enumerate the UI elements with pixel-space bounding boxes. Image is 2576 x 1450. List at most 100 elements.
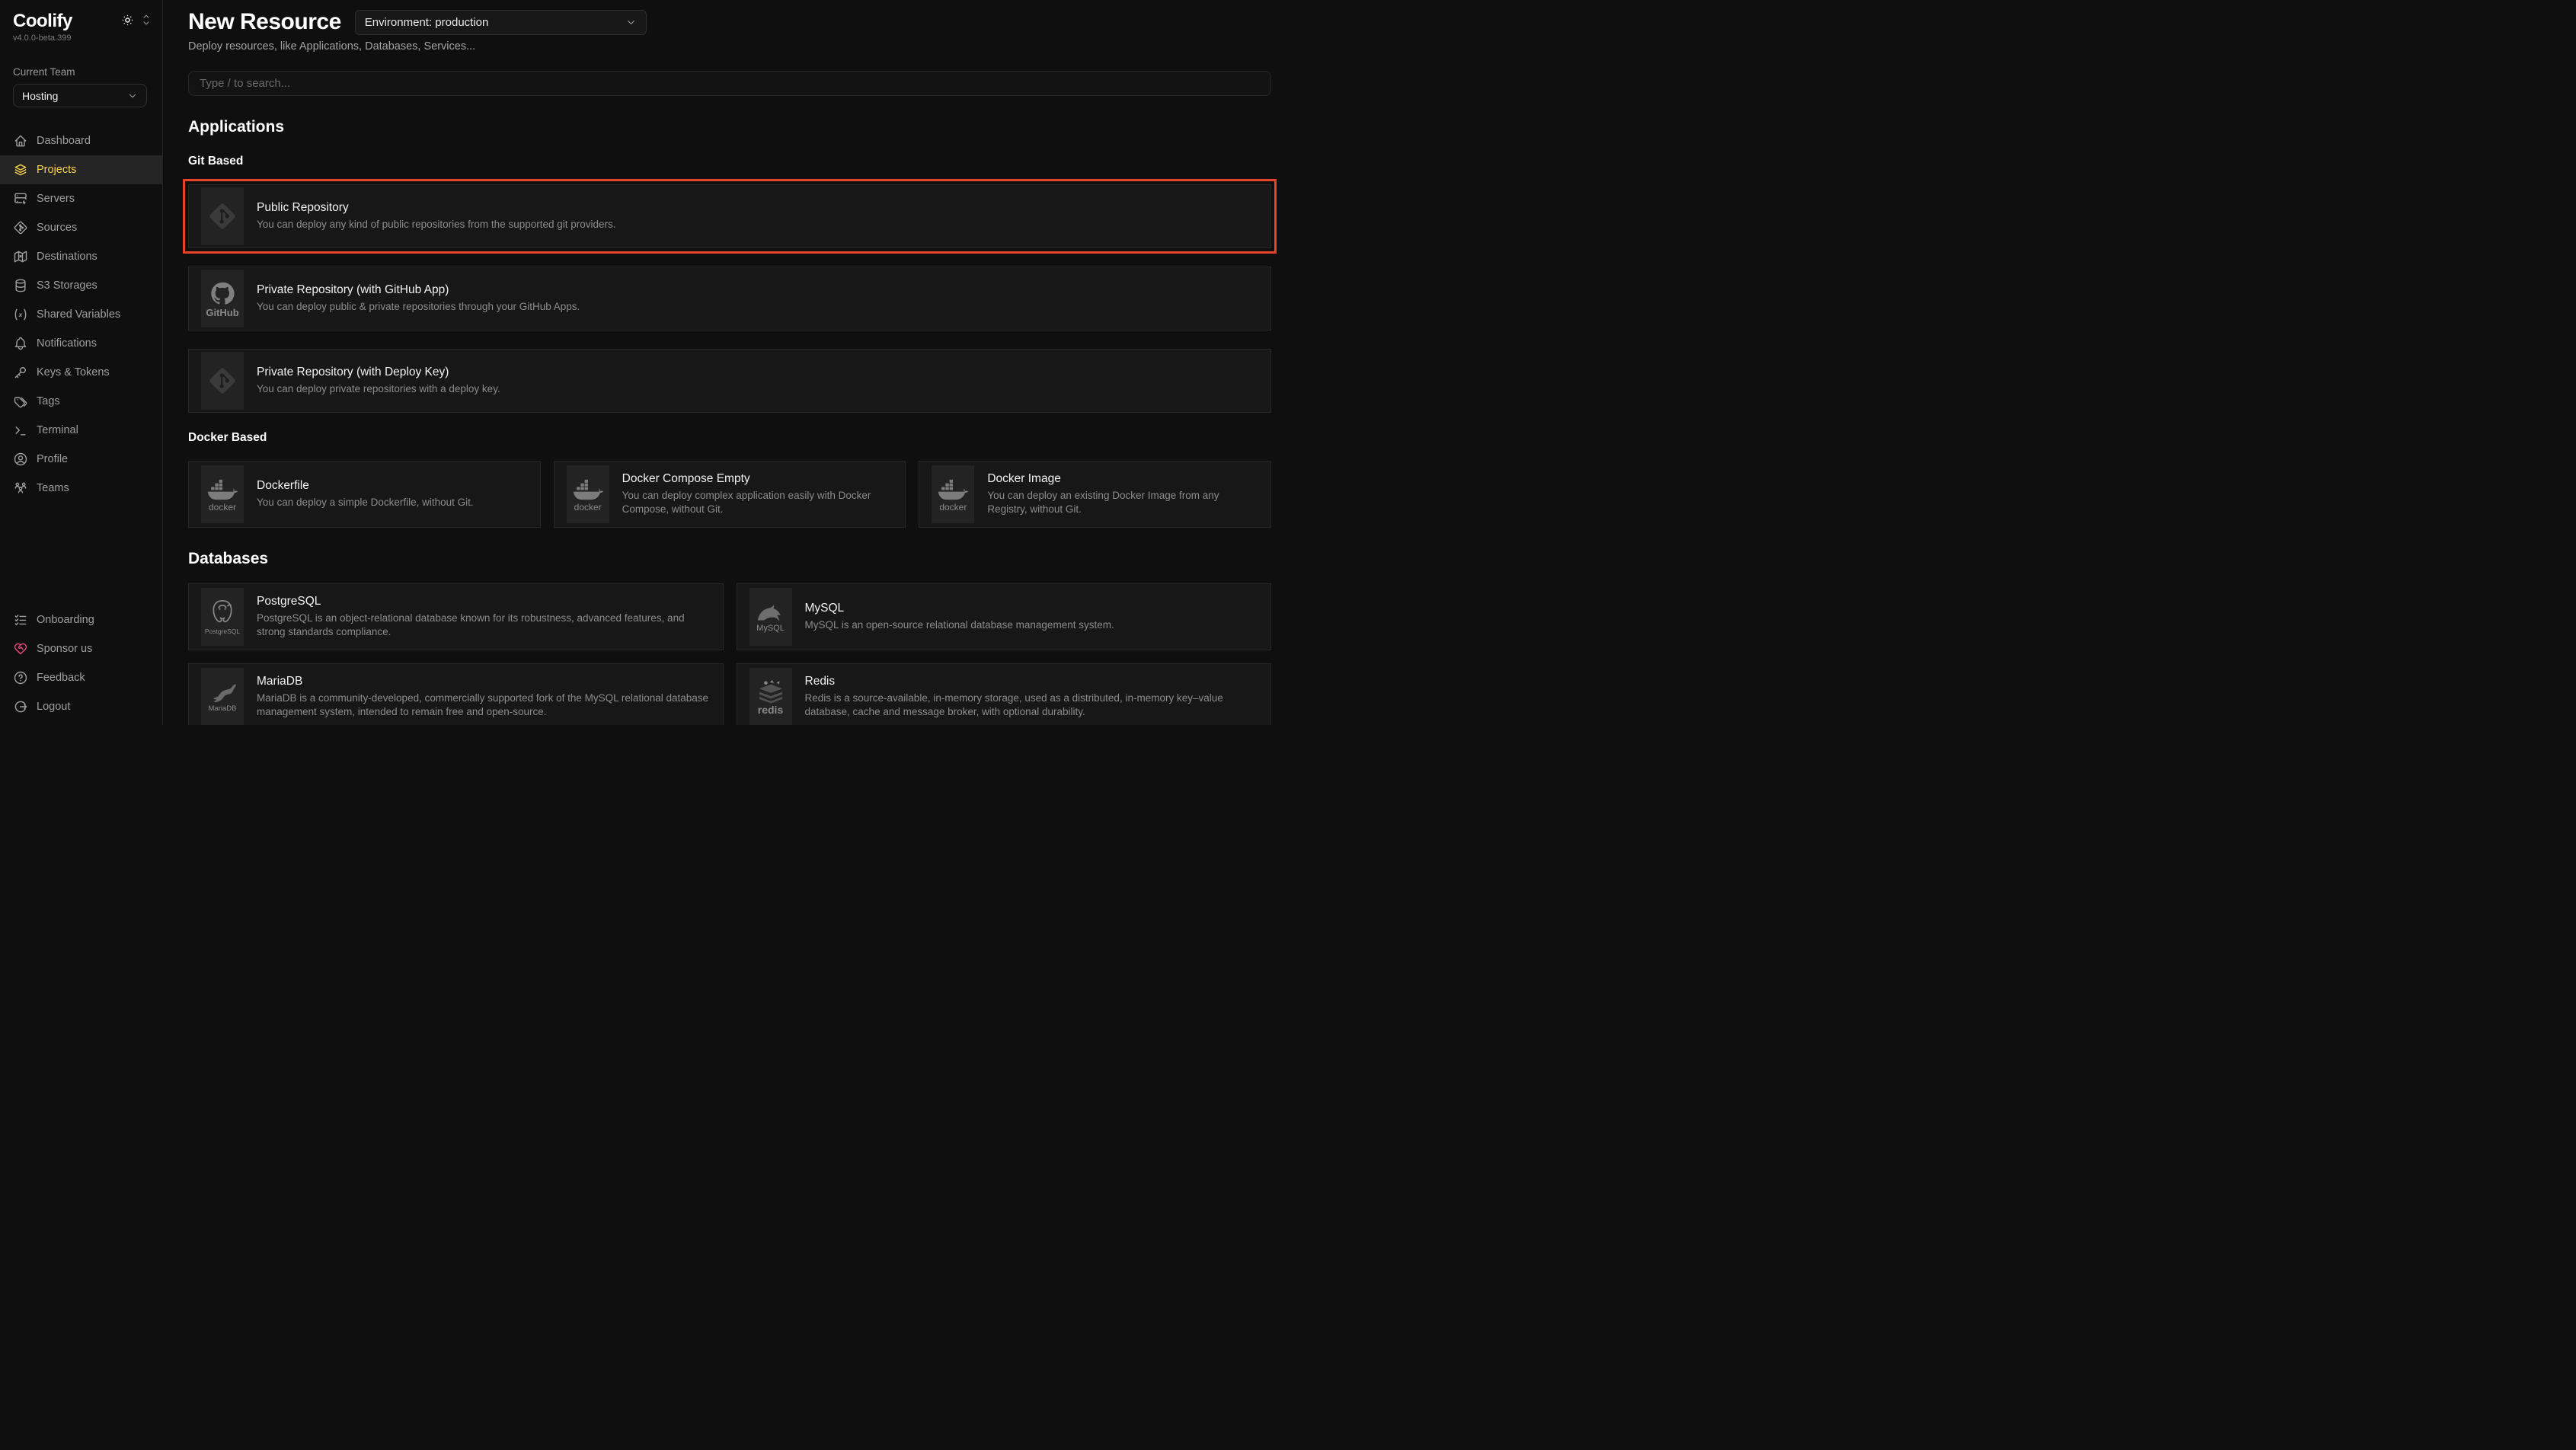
card-private-repository-github-app[interactable]: GitHub Private Repository (with GitHub A… <box>188 267 1271 331</box>
docker-based-title: Docker Based <box>188 431 1271 445</box>
sidebar-item-sponsor-us[interactable]: Sponsor us <box>0 634 162 663</box>
sidebar-item-label: S3 Storages <box>37 279 97 292</box>
sidebar-item-logout[interactable]: Logout <box>0 692 162 721</box>
sidebar-item-feedback[interactable]: Feedback <box>0 663 162 692</box>
server-icon <box>13 191 28 206</box>
card-private-repository-deploy-key[interactable]: Private Repository (with Deploy Key) You… <box>188 349 1271 413</box>
sidebar-item-terminal[interactable]: Terminal <box>0 416 162 445</box>
card-title: MariaDB <box>257 675 711 688</box>
chevron-down-icon <box>127 91 138 101</box>
mariadb-logo-icon: MariaDB <box>201 668 244 725</box>
main-content: New Resource Environment: production Dep… <box>163 0 1288 725</box>
card-public-repository[interactable]: Public Repository You can deploy any kin… <box>188 184 1271 248</box>
sidebar-item-label: Projects <box>37 164 76 176</box>
sidebar-item-label: Notifications <box>37 337 97 350</box>
card-postgresql[interactable]: PostgreSQL PostgreSQL PostgreSQL is an o… <box>188 583 724 650</box>
page-title: New Resource <box>188 9 341 35</box>
card-title: PostgreSQL <box>257 595 711 608</box>
postgresql-logo-icon: PostgreSQL <box>201 588 244 646</box>
card-title: MySQL <box>805 602 1114 615</box>
card-description: You can deploy any kind of public reposi… <box>257 218 616 232</box>
card-dockerfile[interactable]: docker Dockerfile You can deploy a simpl… <box>188 461 541 528</box>
docker-logo-icon: docker <box>932 465 974 523</box>
git-logo-icon <box>201 352 244 410</box>
card-description: You can deploy complex application easil… <box>622 489 893 516</box>
sidebar-item-projects[interactable]: Projects <box>0 155 162 184</box>
card-description: You can deploy public & private reposito… <box>257 300 580 314</box>
team-select[interactable]: Hosting <box>13 84 147 107</box>
sidebar-item-label: Feedback <box>37 672 85 684</box>
sidebar-item-label: Tags <box>37 395 60 407</box>
tags-icon <box>13 394 28 409</box>
database-icon <box>13 278 28 293</box>
sidebar-item-profile[interactable]: Profile <box>0 445 162 474</box>
card-mysql[interactable]: MySQL MySQL MySQL is an open-source rela… <box>737 583 1272 650</box>
sidebar-item-label: Terminal <box>37 424 78 436</box>
card-redis[interactable]: redis Redis Redis is a source-available,… <box>737 663 1272 725</box>
sidebar-item-sources[interactable]: Sources <box>0 213 162 242</box>
map-icon <box>13 249 28 264</box>
mysql-logo-icon: MySQL <box>749 588 792 646</box>
card-docker-compose-empty[interactable]: docker Docker Compose Empty You can depl… <box>554 461 906 528</box>
sidebar-item-label: Sponsor us <box>37 643 92 655</box>
sidebar-item-tags[interactable]: Tags <box>0 387 162 416</box>
app-logo: Coolify <box>13 11 72 32</box>
sidebar-item-label: Profile <box>37 453 68 465</box>
app-version: v4.0.0-beta.399 <box>13 34 153 43</box>
sidebar-collapse-button[interactable] <box>141 13 152 27</box>
sidebar-item-notifications[interactable]: Notifications <box>0 329 162 358</box>
sidebar-item-teams[interactable]: Teams <box>0 474 162 503</box>
card-docker-image[interactable]: docker Docker Image You can deploy an ex… <box>919 461 1271 528</box>
sidebar-item-label: Shared Variables <box>37 308 120 321</box>
github-logo-icon: GitHub <box>201 270 244 327</box>
docker-wordmark: docker <box>209 503 236 512</box>
checklist-icon <box>13 612 28 628</box>
sidebar-item-dashboard[interactable]: Dashboard <box>0 126 162 155</box>
environment-select[interactable]: Environment: production <box>355 10 647 35</box>
redis-logo-icon: redis <box>749 668 792 725</box>
page-subtitle: Deploy resources, like Applications, Dat… <box>188 40 1271 53</box>
git-logo-icon <box>201 187 244 245</box>
databases-section-title: Databases <box>188 550 1271 568</box>
card-title: Redis <box>805 675 1259 688</box>
card-title: Private Repository (with Deploy Key) <box>257 366 500 379</box>
chevron-up-down-icon <box>141 13 152 27</box>
team-select-value: Hosting <box>22 90 58 102</box>
sidebar-item-label: Logout <box>37 701 70 713</box>
sidebar-footer: Onboarding Sponsor us Feedback Logout <box>0 605 162 725</box>
card-description: You can deploy an existing Docker Image … <box>987 489 1258 516</box>
search-input[interactable] <box>188 71 1271 96</box>
sidebar-item-label: Servers <box>37 193 75 205</box>
sidebar-item-keys-tokens[interactable]: Keys & Tokens <box>0 358 162 387</box>
svg-text:x: x <box>18 311 23 318</box>
mysql-wordmark: MySQL <box>756 624 785 633</box>
docker-wordmark: docker <box>939 503 967 512</box>
terminal-icon <box>13 423 28 438</box>
theme-toggle-button[interactable] <box>121 14 134 27</box>
home-icon <box>13 133 28 149</box>
card-description: MySQL is an open-source relational datab… <box>805 618 1114 632</box>
sidebar-item-destinations[interactable]: Destinations <box>0 242 162 271</box>
applications-section-title: Applications <box>188 118 1271 136</box>
sidebar-item-label: Teams <box>37 482 69 494</box>
card-title: Public Repository <box>257 201 616 215</box>
sidebar-nav: Dashboard Projects Servers Sources Desti… <box>0 126 162 503</box>
sidebar-item-servers[interactable]: Servers <box>0 184 162 213</box>
sidebar-item-s3-storages[interactable]: S3 Storages <box>0 271 162 300</box>
layers-icon <box>13 162 28 177</box>
card-mariadb[interactable]: MariaDB MariaDB MariaDB is a community-d… <box>188 663 724 725</box>
redis-wordmark: redis <box>758 704 783 715</box>
logout-icon <box>13 699 28 714</box>
sun-icon <box>121 14 134 27</box>
card-description: You can deploy private repositories with… <box>257 382 500 396</box>
docker-logo-icon: docker <box>201 465 244 523</box>
user-circle-icon <box>13 452 28 467</box>
sidebar-item-onboarding[interactable]: Onboarding <box>0 605 162 634</box>
card-description: You can deploy a simple Dockerfile, with… <box>257 496 474 509</box>
card-title: Private Repository (with GitHub App) <box>257 283 580 297</box>
sidebar-item-shared-variables[interactable]: x Shared Variables <box>0 300 162 329</box>
bell-icon <box>13 336 28 351</box>
postgresql-wordmark: PostgreSQL <box>205 628 240 635</box>
variable-icon: x <box>13 307 28 322</box>
sidebar-item-label: Destinations <box>37 251 97 263</box>
